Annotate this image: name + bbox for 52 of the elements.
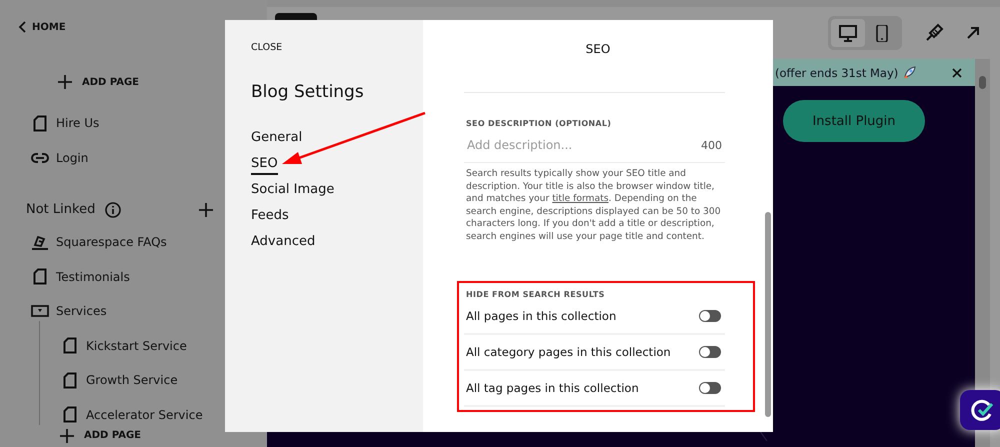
scrollbar[interactable] xyxy=(975,59,990,447)
description-field[interactable]: Add description... xyxy=(467,138,701,152)
back-link[interactable]: HOME xyxy=(18,21,66,33)
settings-tab[interactable]: Advanced xyxy=(251,234,316,253)
settings-tab[interactable]: Social Image xyxy=(251,182,334,201)
panel-title: SEO xyxy=(584,42,612,56)
settings-tab[interactable]: General xyxy=(251,130,302,149)
nav-item[interactable]: Kickstart Service xyxy=(60,336,187,356)
help-text: Search results typically show your SEO title and description. Your title is also the browser window title, and matches your title formats. Depending on the search engine, descriptions displayed can be 50 to 300 characters long. If you don't add a title or description, search engines will use your page title and content. xyxy=(466,168,722,244)
toggle-label: All category pages in this collection xyxy=(466,344,671,359)
nav-item[interactable]: Squarespace FAQs xyxy=(30,232,167,252)
title-formats-link[interactable]: title formats xyxy=(552,193,609,204)
chat-widget-button[interactable] xyxy=(960,390,1000,430)
info-icon xyxy=(105,202,122,218)
nav-item[interactable]: Growth Service xyxy=(60,370,178,390)
close-button[interactable]: CLOSE xyxy=(251,42,282,53)
paintbrush-icon xyxy=(924,23,944,43)
banner-text: (offer ends 31st May) xyxy=(775,66,898,80)
add-page-button[interactable]: ADD PAGE xyxy=(60,428,142,442)
character-count: 400 xyxy=(701,138,722,152)
pen-icon xyxy=(30,233,50,251)
toggle-switch[interactable] xyxy=(699,310,721,322)
nav-item[interactable]: Hire Us xyxy=(30,113,100,133)
nav-item[interactable]: Services xyxy=(30,301,107,321)
monitor-icon xyxy=(839,24,857,42)
phone-icon xyxy=(873,24,891,42)
folder-icon xyxy=(30,305,50,317)
nav-item[interactable]: Accelerator Service xyxy=(60,404,203,424)
check-circle-icon xyxy=(970,398,994,422)
chevron-left-icon xyxy=(18,21,26,33)
field-label: SEO DESCRIPTION (OPTIONAL) xyxy=(466,119,612,128)
plus-icon xyxy=(60,428,74,442)
settings-tab[interactable]: Feeds xyxy=(251,208,289,227)
plus-icon xyxy=(58,75,72,89)
dialog-title: Blog Settings xyxy=(251,82,364,102)
toggle-switch[interactable] xyxy=(699,346,721,358)
nav-item[interactable]: Testimonials xyxy=(30,266,130,286)
section-label: HIDE FROM SEARCH RESULTS xyxy=(466,290,606,299)
arrow-up-right-icon xyxy=(966,26,980,40)
close-icon xyxy=(952,68,962,78)
install-plugin-button[interactable]: Install Plugin xyxy=(783,100,925,142)
add-page-button[interactable]: ADD PAGE xyxy=(58,75,140,89)
toggle-switch[interactable] xyxy=(699,382,721,394)
nav-item[interactable]: Login xyxy=(30,148,88,168)
plus-icon xyxy=(199,202,214,216)
settings-tab[interactable]: SEO xyxy=(251,156,278,175)
device-button[interactable] xyxy=(831,19,865,47)
rocket-icon xyxy=(902,66,916,80)
toggle-label: All pages in this collection xyxy=(466,308,616,323)
link-icon xyxy=(30,152,50,164)
toggle-label: All tag pages in this collection xyxy=(466,380,639,395)
section-title: Not Linked xyxy=(26,202,96,217)
